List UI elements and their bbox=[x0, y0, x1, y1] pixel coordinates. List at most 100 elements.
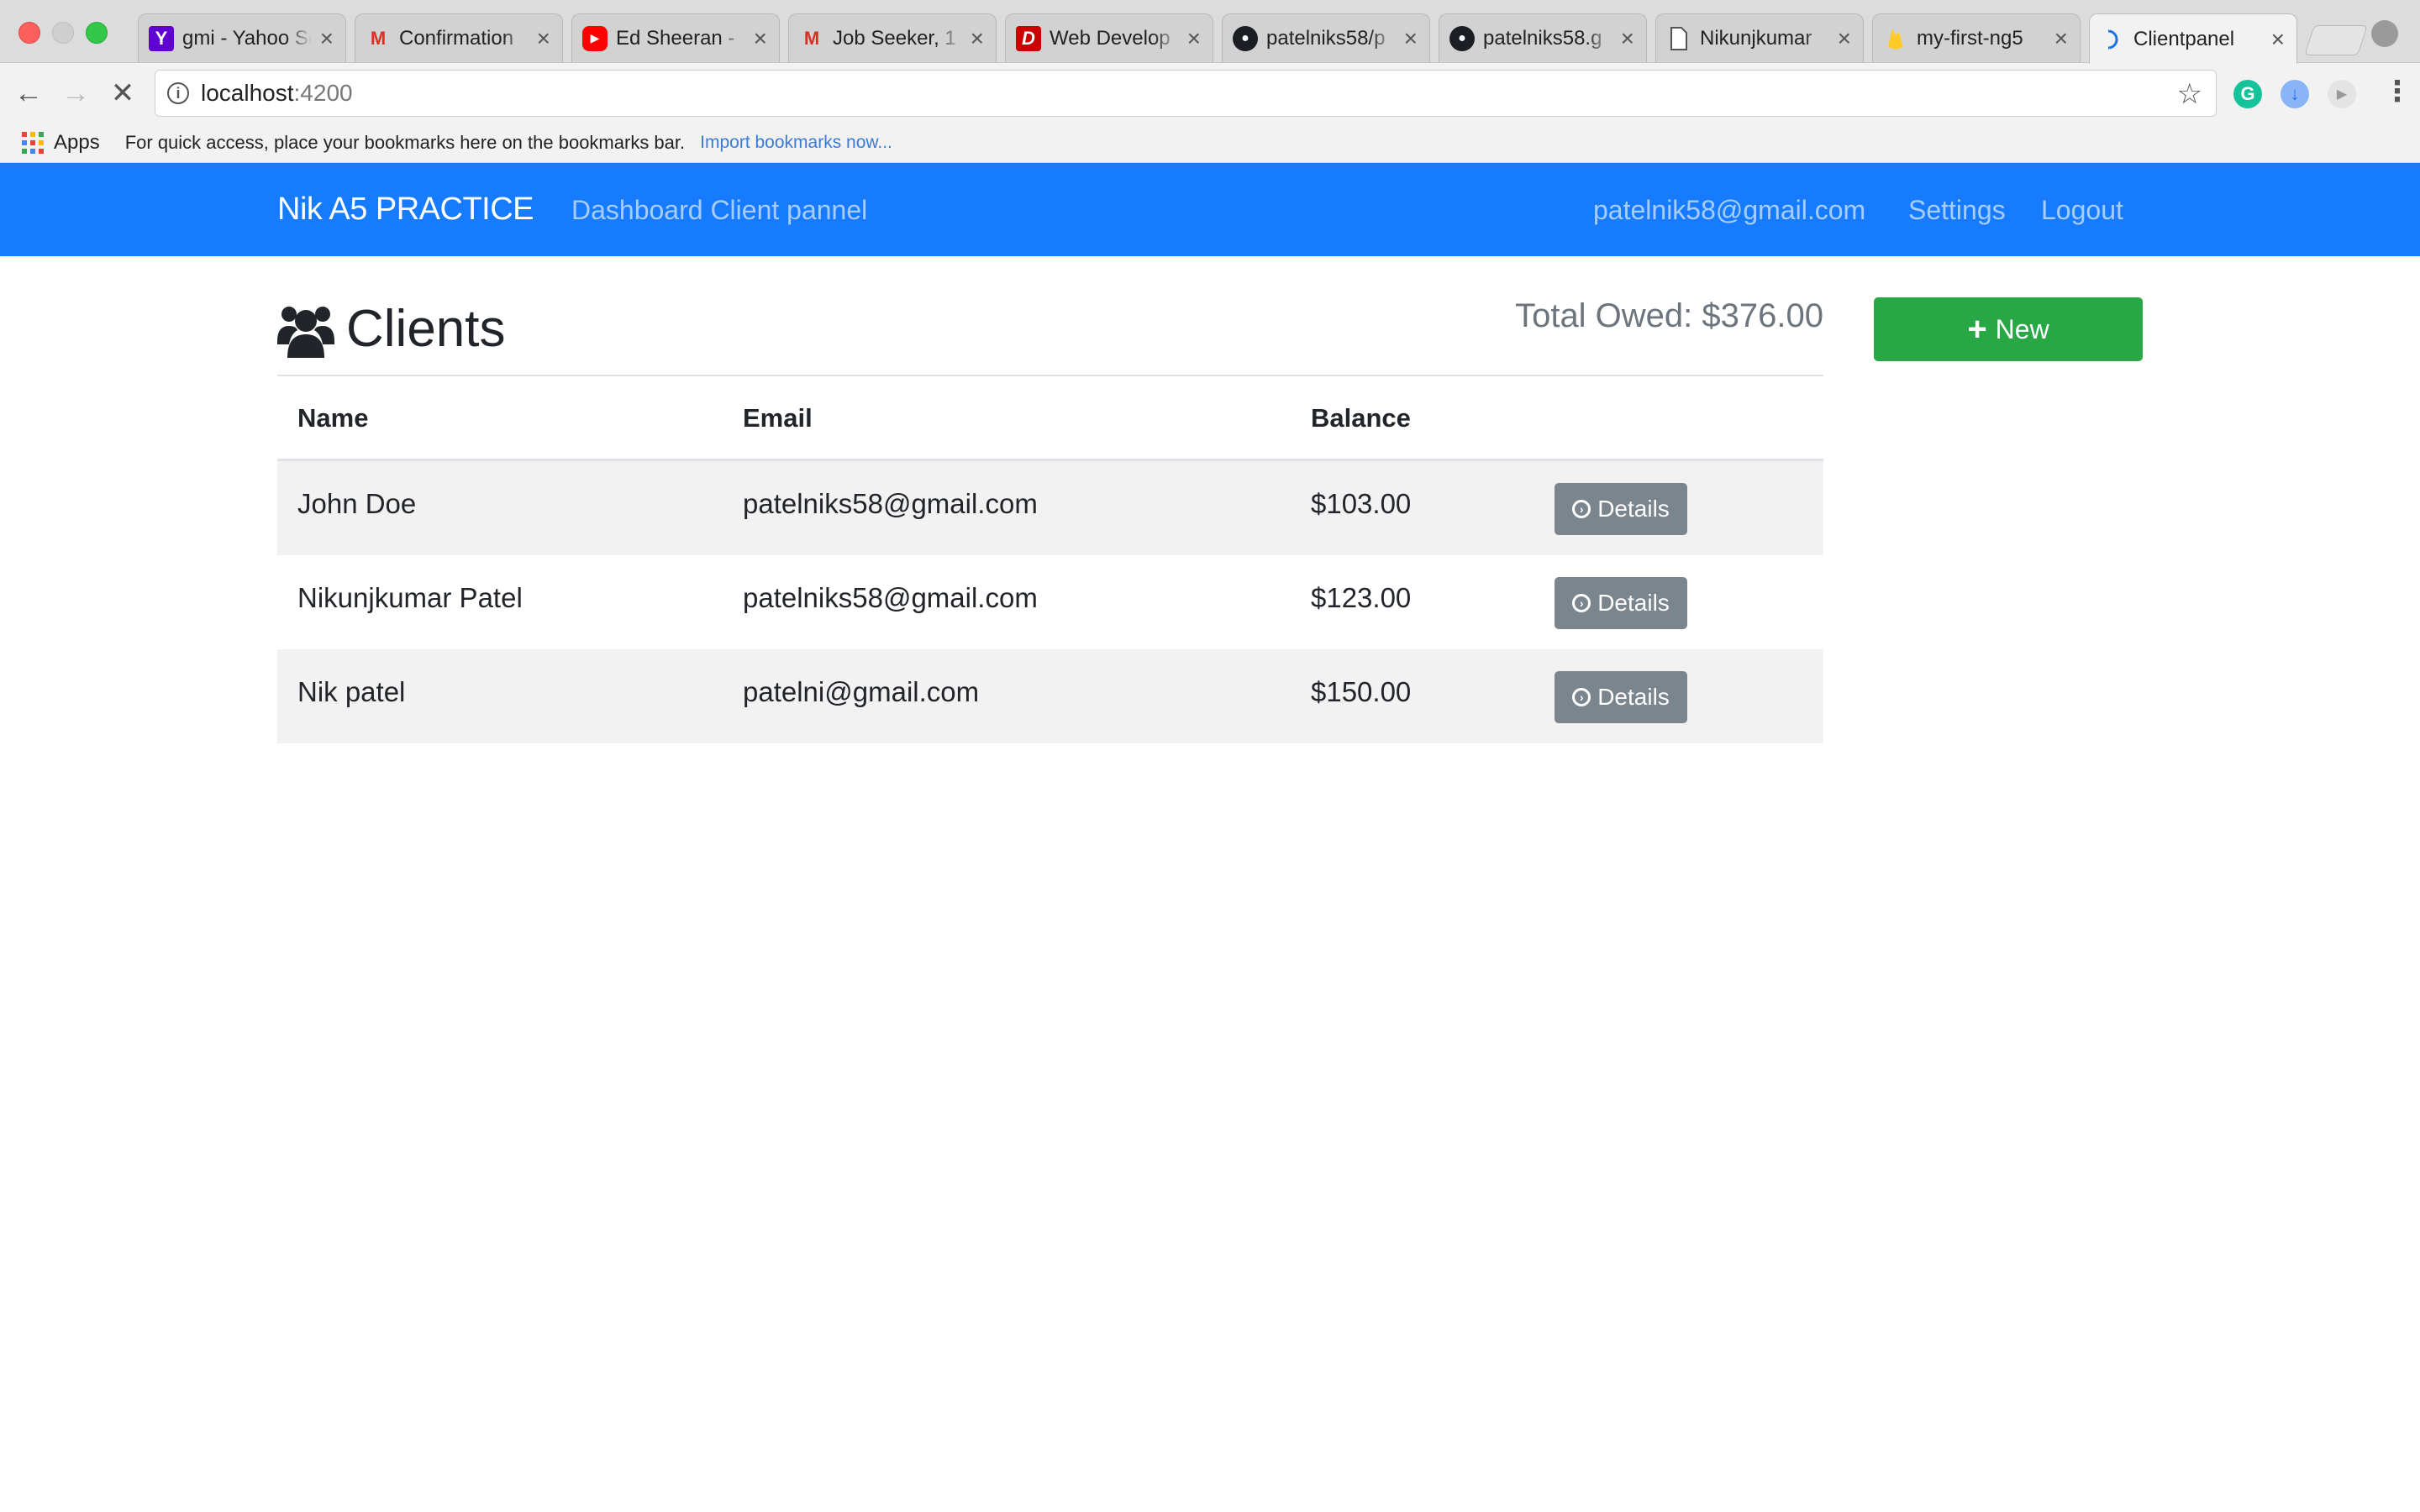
table-row: Nikunjkumar Patel patelniks58@gmail.com … bbox=[277, 555, 1823, 649]
client-email: patelniks58@gmail.com bbox=[743, 582, 1038, 613]
tab-title: my-first-ng5 bbox=[1917, 26, 2023, 50]
browser-tab[interactable]: M Confirmation × bbox=[355, 13, 563, 62]
details-button[interactable]: › Details bbox=[1555, 577, 1687, 629]
arrow-circle-right-icon: › bbox=[1572, 500, 1591, 518]
plus-icon: + bbox=[1967, 311, 1987, 348]
tab-close-icon[interactable]: × bbox=[1404, 26, 1418, 50]
browser-tab[interactable]: M Job Seeker, 1 × bbox=[788, 13, 997, 62]
stop-loading-icon[interactable]: ✕ bbox=[103, 73, 143, 113]
browser-tab[interactable]: ● patelniks58.g × bbox=[1439, 13, 1647, 62]
browser-tab[interactable]: D Web Develop × bbox=[1005, 13, 1213, 62]
apps-link[interactable]: Apps bbox=[54, 131, 100, 155]
tab-title: Clientpanel bbox=[2133, 27, 2235, 50]
apps-grid-icon[interactable] bbox=[22, 132, 44, 154]
shield-icon[interactable]: ▶ bbox=[2328, 80, 2356, 108]
dice-icon: D bbox=[1016, 25, 1041, 51]
minimize-window-button[interactable] bbox=[52, 22, 74, 44]
bookmark-star-icon[interactable]: ☆ bbox=[2177, 77, 2202, 111]
browser-tab[interactable]: my-first-ng5 × bbox=[1872, 13, 2081, 62]
gmail-icon: M bbox=[370, 27, 387, 49]
firebase-icon bbox=[1883, 26, 1908, 51]
maximize-window-button[interactable] bbox=[86, 22, 108, 44]
nav-settings-link[interactable]: Settings bbox=[1908, 195, 2006, 226]
client-name: Nikunjkumar Patel bbox=[297, 582, 523, 613]
grammarly-icon[interactable]: G bbox=[2233, 80, 2262, 108]
tab-close-icon[interactable]: × bbox=[1621, 26, 1634, 50]
browser-tab[interactable]: ▶ Ed Sheeran - × bbox=[571, 13, 780, 62]
total-owed: Total Owed: $376.00 bbox=[1515, 297, 1823, 334]
details-button[interactable]: › Details bbox=[1555, 483, 1687, 535]
tab-close-icon[interactable]: × bbox=[1187, 26, 1201, 50]
table-row: Nik patel patelni@gmail.com $150.00 › De… bbox=[277, 649, 1823, 743]
client-balance: $123.00 bbox=[1311, 582, 1412, 613]
details-label: Details bbox=[1597, 590, 1670, 616]
nav-user-email[interactable]: patelnik58@gmail.com bbox=[1593, 195, 1865, 226]
tab-title: Ed Sheeran - bbox=[616, 26, 735, 50]
client-balance: $103.00 bbox=[1311, 488, 1412, 519]
details-button[interactable]: › Details bbox=[1555, 671, 1687, 723]
navbar-brand[interactable]: Nik A5 PRACTICE bbox=[277, 192, 534, 228]
tab-title: Nikunjkumar bbox=[1700, 26, 1812, 50]
tab-title: patelniks58.g bbox=[1483, 26, 1602, 50]
bookmarks-bar: Apps For quick access, place your bookma… bbox=[0, 123, 2420, 163]
document-icon bbox=[1666, 26, 1691, 51]
app-navbar: Nik A5 PRACTICE Dashboard Client pannel … bbox=[0, 163, 2420, 256]
download-extension-icon[interactable]: ↓ bbox=[2281, 80, 2309, 108]
github-icon: ● bbox=[1449, 25, 1475, 51]
browser-menu-icon[interactable]: ⋮ bbox=[2383, 75, 2412, 108]
client-balance: $150.00 bbox=[1311, 676, 1412, 707]
nav-logout-link[interactable]: Logout bbox=[2041, 195, 2123, 226]
tab-title: gmi - Yahoo Search bbox=[182, 26, 312, 50]
arrow-circle-right-icon: › bbox=[1572, 594, 1591, 612]
new-tab-button[interactable] bbox=[2304, 25, 2368, 55]
tab-title: Confirmation bbox=[399, 26, 514, 50]
header-email: Email bbox=[743, 403, 813, 433]
new-client-label: New bbox=[1995, 313, 2049, 344]
details-label: Details bbox=[1597, 684, 1670, 710]
client-name: Nik patel bbox=[297, 676, 406, 707]
back-icon[interactable]: ← bbox=[8, 73, 49, 113]
tab-close-icon[interactable]: × bbox=[2054, 26, 2068, 50]
tab-close-icon[interactable]: × bbox=[2271, 27, 2285, 51]
browser-tab-active[interactable]: Clientpanel × bbox=[2089, 13, 2297, 64]
table-header: Name Email Balance bbox=[277, 375, 1823, 461]
page-title: Clients bbox=[346, 300, 506, 358]
profile-icon[interactable] bbox=[2371, 20, 2398, 47]
browser-tab[interactable]: Y gmi - Yahoo Search × bbox=[138, 13, 346, 62]
bookmarks-hint: For quick access, place your bookmarks h… bbox=[124, 132, 686, 153]
github-icon: ● bbox=[1233, 25, 1258, 51]
client-email: patelni@gmail.com bbox=[743, 676, 980, 707]
tab-title: Job Seeker, 1 bbox=[833, 26, 956, 50]
clients-table: Name Email Balance John Doe patelniks58@… bbox=[277, 375, 1823, 743]
site-info-icon[interactable]: i bbox=[167, 82, 189, 104]
browser-tab[interactable]: ● patelniks58/p × bbox=[1222, 13, 1430, 62]
arrow-circle-right-icon: › bbox=[1572, 688, 1591, 706]
tab-close-icon[interactable]: × bbox=[537, 26, 550, 50]
close-window-button[interactable] bbox=[18, 22, 40, 44]
tab-title: patelniks58/p bbox=[1266, 26, 1386, 50]
client-email: patelniks58@gmail.com bbox=[743, 488, 1038, 519]
address-bar[interactable]: i localhost :4200 ☆ bbox=[155, 70, 2217, 117]
url-port: :4200 bbox=[293, 80, 353, 106]
loading-icon bbox=[2100, 27, 2125, 52]
url-host: localhost bbox=[201, 80, 294, 106]
table-row: John Doe patelniks58@gmail.com $103.00 ›… bbox=[277, 461, 1823, 555]
users-icon bbox=[277, 307, 334, 358]
gmail-icon: M bbox=[803, 27, 820, 49]
browser-tab[interactable]: Nikunjkumar × bbox=[1655, 13, 1864, 62]
client-name: John Doe bbox=[297, 488, 417, 519]
nav-dashboard-link[interactable]: Dashboard Client pannel bbox=[571, 195, 867, 226]
youtube-icon: ▶ bbox=[582, 25, 608, 51]
forward-icon[interactable]: → bbox=[55, 73, 96, 113]
header-name: Name bbox=[297, 403, 369, 433]
tab-close-icon[interactable]: × bbox=[754, 26, 767, 50]
browser-tabstrip: Y gmi - Yahoo Search × M Confirmation × … bbox=[0, 0, 2420, 64]
import-bookmarks-link[interactable]: Import bookmarks now... bbox=[700, 133, 892, 153]
yahoo-icon: Y bbox=[149, 25, 174, 51]
new-client-button[interactable]: + New bbox=[1874, 297, 2143, 361]
browser-toolbar: ← → ✕ i localhost :4200 ☆ G ↓ ▶ ⋮ bbox=[0, 63, 2420, 123]
header-balance: Balance bbox=[1311, 403, 1411, 433]
tab-close-icon[interactable]: × bbox=[320, 26, 334, 50]
tab-close-icon[interactable]: × bbox=[971, 26, 984, 50]
tab-close-icon[interactable]: × bbox=[1838, 26, 1851, 50]
